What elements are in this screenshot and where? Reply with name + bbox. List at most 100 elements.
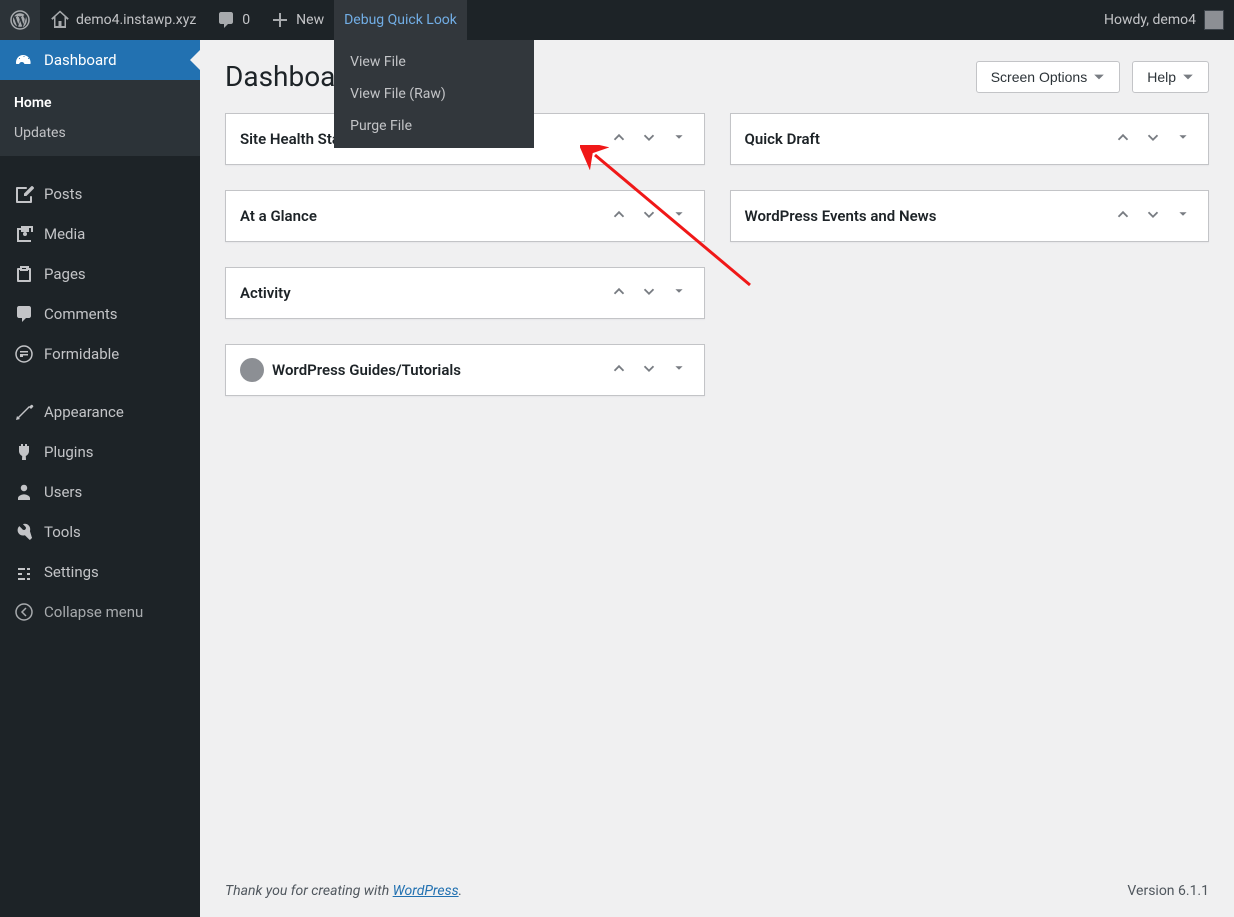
chevron-up-icon — [610, 128, 628, 146]
widget-move-up[interactable] — [608, 203, 630, 229]
sidebar-dashboard-submenu: Home Updates — [0, 80, 200, 156]
sidebar-item-posts[interactable]: Posts — [0, 174, 200, 214]
plus-icon — [270, 10, 290, 30]
footer-wordpress-link[interactable]: WordPress — [393, 883, 459, 899]
widget-toggle[interactable] — [668, 126, 690, 152]
sidebar-item-tools[interactable]: Tools — [0, 512, 200, 552]
caret-down-icon — [670, 128, 688, 146]
plugins-icon — [14, 442, 34, 462]
sidebar-item-settings[interactable]: Settings — [0, 552, 200, 592]
widget-title: Quick Draft — [745, 130, 820, 148]
widget-icon — [240, 358, 264, 382]
new-content-link[interactable]: New — [260, 0, 334, 40]
sidebar-separator — [0, 156, 200, 174]
widget-move-down[interactable] — [638, 203, 660, 229]
widget-move-down[interactable] — [638, 357, 660, 383]
header-buttons: Screen Options Help — [976, 61, 1209, 93]
howdy-label: Howdy, demo4 — [1104, 12, 1196, 28]
chevron-down-icon — [640, 205, 658, 223]
caret-down-icon — [670, 282, 688, 300]
sidebar-sub-home[interactable]: Home — [0, 88, 200, 118]
appearance-icon — [14, 402, 34, 422]
caret-down-icon — [1174, 128, 1192, 146]
widget-activity: Activity — [225, 267, 705, 319]
widget-title: At a Glance — [240, 207, 317, 225]
widget-move-down[interactable] — [1142, 203, 1164, 229]
debug-quick-look[interactable]: Debug Quick Look View File View File (Ra… — [334, 0, 467, 40]
widget-move-up[interactable] — [1112, 126, 1134, 152]
comments-link[interactable]: 0 — [206, 0, 260, 40]
sidebar-item-plugins[interactable]: Plugins — [0, 432, 200, 472]
admin-sidebar: Dashboard Home Updates Posts Media Pages… — [0, 40, 200, 917]
sidebar-item-media[interactable]: Media — [0, 214, 200, 254]
dropdown-view-file-raw[interactable]: View File (Raw) — [334, 78, 534, 110]
help-label: Help — [1147, 69, 1176, 85]
sidebar-item-formidable[interactable]: Formidable — [0, 334, 200, 374]
widget-events: WordPress Events and News — [730, 190, 1210, 242]
collapse-label: Collapse menu — [44, 603, 143, 621]
widget-move-down[interactable] — [638, 126, 660, 152]
comments-label: Comments — [44, 305, 118, 323]
footer-version: Version 6.1.1 — [1127, 883, 1209, 899]
sidebar-collapse[interactable]: Collapse menu — [0, 592, 200, 632]
site-name-link[interactable]: demo4.instawp.xyz — [40, 0, 206, 40]
widget-title: WordPress Guides/Tutorials — [272, 361, 461, 379]
widget-header[interactable]: WordPress Events and News — [731, 191, 1209, 241]
widget-toggle[interactable] — [668, 203, 690, 229]
widget-header[interactable]: Activity — [226, 268, 704, 318]
settings-label: Settings — [44, 563, 99, 581]
pages-label: Pages — [44, 265, 86, 283]
collapse-icon — [14, 602, 34, 622]
widget-toggle[interactable] — [668, 280, 690, 306]
widget-move-up[interactable] — [608, 280, 630, 306]
admin-bar-left: demo4.instawp.xyz 0 New Debug Quick Look… — [0, 0, 467, 40]
widget-move-down[interactable] — [638, 280, 660, 306]
appearance-label: Appearance — [44, 403, 124, 421]
dropdown-view-file[interactable]: View File — [334, 46, 534, 78]
sidebar-item-pages[interactable]: Pages — [0, 254, 200, 294]
footer-thank-you: Thank you for creating with — [225, 883, 393, 899]
chevron-down-icon — [640, 128, 658, 146]
widget-controls — [608, 280, 690, 306]
chevron-down-icon — [1144, 205, 1162, 223]
widget-quick-draft: Quick Draft — [730, 113, 1210, 165]
sidebar-item-users[interactable]: Users — [0, 472, 200, 512]
widget-header[interactable]: At a Glance — [226, 191, 704, 241]
widget-move-down[interactable] — [1142, 126, 1164, 152]
widget-controls — [1112, 126, 1194, 152]
sidebar-separator-2 — [0, 374, 200, 392]
wp-logo[interactable] — [0, 0, 40, 40]
dropdown-purge-file[interactable]: Purge File — [334, 110, 534, 142]
widget-title: Activity — [240, 284, 291, 302]
widget-move-up[interactable] — [608, 126, 630, 152]
new-label: New — [296, 12, 324, 28]
admin-bar-right[interactable]: Howdy, demo4 — [1104, 10, 1234, 30]
widget-move-up[interactable] — [608, 357, 630, 383]
caret-down-icon — [1182, 71, 1194, 83]
widget-toggle[interactable] — [1172, 203, 1194, 229]
widget-controls — [608, 357, 690, 383]
widget-controls — [608, 203, 690, 229]
widget-toggle[interactable] — [1172, 126, 1194, 152]
screen-options-button[interactable]: Screen Options — [976, 61, 1121, 93]
help-button[interactable]: Help — [1132, 61, 1209, 93]
users-icon — [14, 482, 34, 502]
home-icon — [50, 10, 70, 30]
widget-toggle[interactable] — [668, 357, 690, 383]
sidebar-item-comments[interactable]: Comments — [0, 294, 200, 334]
tools-icon — [14, 522, 34, 542]
admin-footer: Thank you for creating with WordPress. V… — [200, 865, 1234, 917]
comment-icon — [216, 10, 236, 30]
footer-credit: Thank you for creating with WordPress. — [225, 883, 462, 899]
sidebar-item-dashboard[interactable]: Dashboard — [0, 40, 200, 80]
avatar — [1204, 10, 1224, 30]
widget-header[interactable]: WordPress Guides/Tutorials — [226, 345, 704, 395]
sidebar-sub-updates[interactable]: Updates — [0, 118, 200, 148]
widget-move-up[interactable] — [1112, 203, 1134, 229]
sidebar-item-appearance[interactable]: Appearance — [0, 392, 200, 432]
formidable-icon — [14, 344, 34, 364]
plugins-label: Plugins — [44, 443, 93, 461]
widget-header[interactable]: Quick Draft — [731, 114, 1209, 164]
footer-period: . — [459, 883, 463, 899]
site-name-label: demo4.instawp.xyz — [76, 12, 196, 28]
